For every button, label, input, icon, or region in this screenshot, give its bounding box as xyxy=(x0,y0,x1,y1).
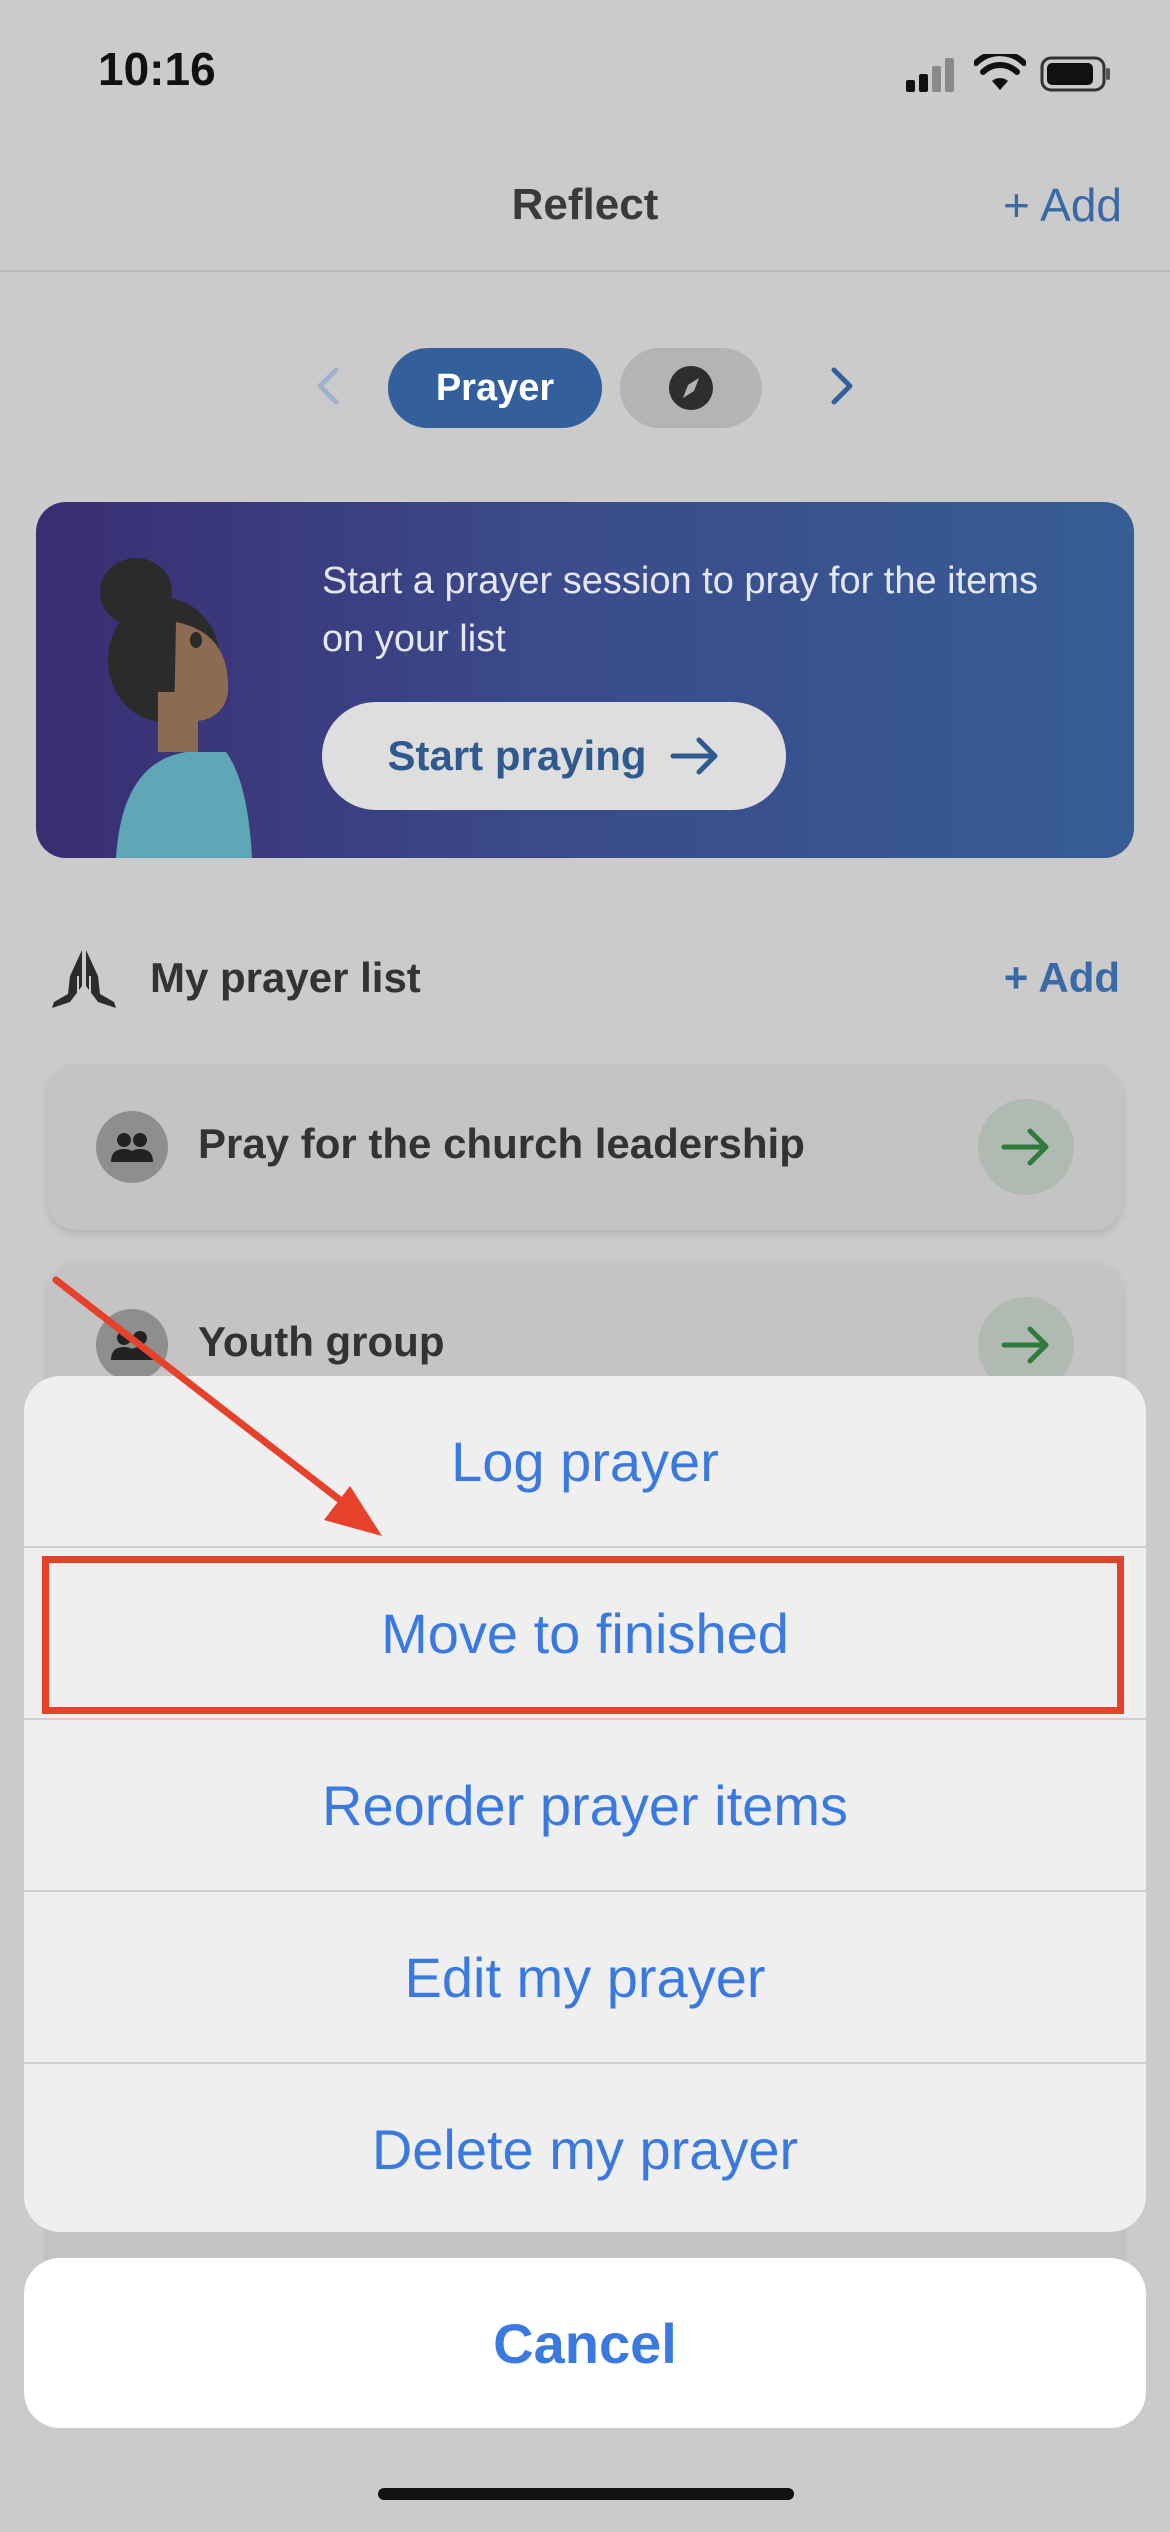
header-add-button[interactable]: + Add xyxy=(1003,178,1122,232)
prayer-item-label: Pray for the church leadership xyxy=(198,1120,805,1167)
status-time: 10:16 xyxy=(98,43,216,95)
arrow-right-icon xyxy=(670,737,718,775)
start-praying-button[interactable]: Start praying xyxy=(322,702,786,810)
people-icon xyxy=(96,1309,168,1381)
prayer-item-label: Youth group xyxy=(198,1318,445,1365)
header-divider xyxy=(0,270,1170,272)
arrow-right-icon xyxy=(1001,1326,1049,1364)
people-icon xyxy=(96,1111,168,1183)
reorder-items-option[interactable]: Reorder prayer items xyxy=(24,1720,1146,1890)
delete-prayer-option[interactable]: Delete my prayer xyxy=(24,2064,1146,2232)
edit-prayer-option[interactable]: Edit my prayer xyxy=(24,1892,1146,2062)
chevron-right-icon[interactable] xyxy=(830,366,856,406)
tab-prayer[interactable]: Prayer xyxy=(388,348,602,428)
page-title: Reflect xyxy=(511,180,659,229)
cancel-button[interactable]: Cancel xyxy=(24,2258,1146,2428)
start-session-banner: Start a prayer session to pray for the i… xyxy=(36,502,1134,858)
compass-icon xyxy=(669,366,713,410)
action-sheet: Log prayer Move to finished Reorder pray… xyxy=(24,1376,1146,2232)
tab-explore[interactable] xyxy=(620,348,762,428)
cellular-signal-icon xyxy=(906,56,956,92)
banner-text: Start a prayer session to pray for the i… xyxy=(322,560,1038,660)
home-indicator xyxy=(378,2488,794,2500)
prayer-list-add-button[interactable]: + Add xyxy=(1004,954,1120,1002)
praying-hands-icon xyxy=(52,950,116,1008)
wifi-icon xyxy=(974,54,1026,90)
log-prayer-option[interactable]: Log prayer xyxy=(24,1376,1146,1546)
battery-icon xyxy=(1040,56,1110,92)
tab-prayer-label: Prayer xyxy=(435,366,555,409)
prayer-list-title: My prayer list xyxy=(150,954,421,1001)
praying-woman-illustration xyxy=(100,558,252,858)
open-item-button[interactable] xyxy=(978,1099,1074,1195)
arrow-right-icon xyxy=(1001,1128,1049,1166)
prayer-item-card[interactable]: Pray for the church leadership xyxy=(48,1064,1122,1230)
chevron-left-icon[interactable] xyxy=(314,366,340,406)
start-praying-label: Start praying xyxy=(387,732,647,779)
highlight-box xyxy=(42,1556,1124,1714)
